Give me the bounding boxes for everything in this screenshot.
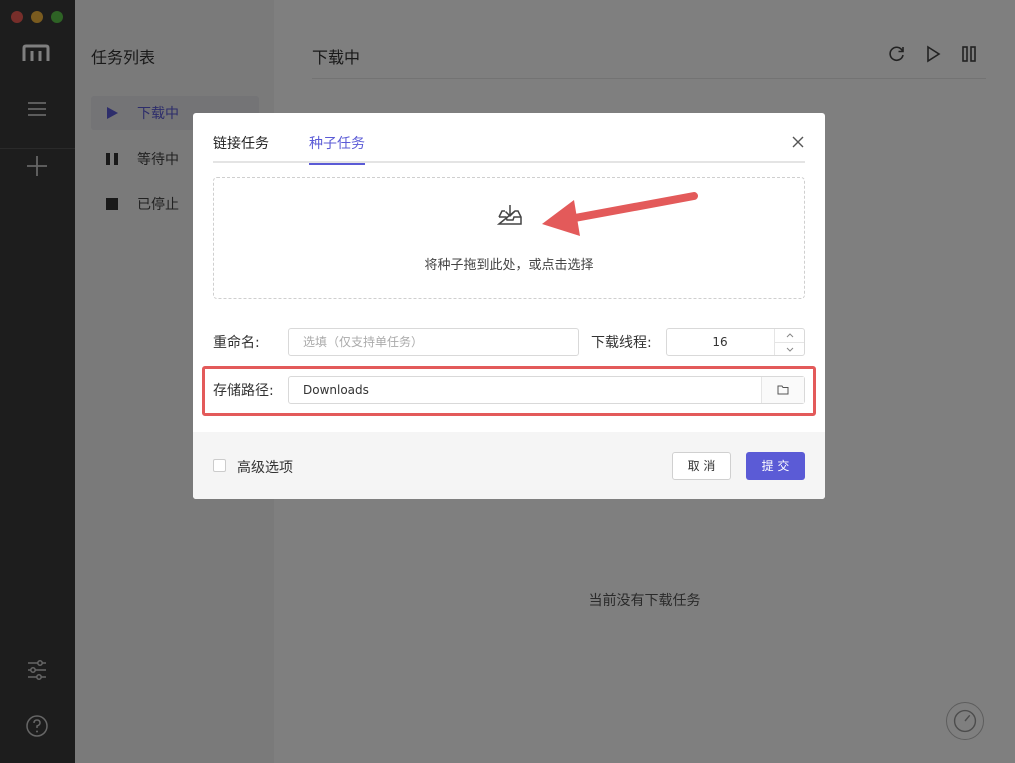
torrent-drop-zone[interactable]: 将种子拖到此处，或点击选择: [213, 177, 805, 299]
annotation-highlight-box: [202, 366, 816, 416]
threads-value[interactable]: 16: [667, 329, 773, 355]
drop-hint: 将种子拖到此处，或点击选择: [424, 258, 594, 273]
chevron-down-icon: [786, 347, 793, 352]
rename-label: 重命名:: [213, 335, 260, 351]
submit-button[interactable]: 提 交: [746, 452, 805, 480]
dialog-footer: 高级选项 取 消 提 交: [193, 432, 825, 499]
advanced-options-label[interactable]: 高级选项: [237, 457, 293, 477]
inbox-download-icon: [497, 205, 522, 225]
cancel-button[interactable]: 取 消: [672, 452, 731, 480]
rename-input[interactable]: 选填（仅支持单任务）: [288, 328, 579, 356]
advanced-options-checkbox[interactable]: [213, 459, 226, 472]
dialog-tabs: 链接任务 种子任务: [213, 133, 805, 165]
tab-torrent-task[interactable]: 种子任务: [309, 133, 365, 165]
annotation-arrow-icon: [542, 192, 698, 236]
close-icon[interactable]: [791, 135, 805, 149]
add-task-dialog: 链接任务 种子任务 将种子拖到此处，或点击选择 重命名: 选填（仅支持单任务） …: [193, 113, 825, 499]
app-window: 任务列表 下载中 等待中 已停止 下载中 当前没有下载任务: [0, 0, 1015, 763]
threads-label: 下载线程:: [591, 335, 652, 351]
decrement-button[interactable]: [775, 342, 804, 355]
threads-stepper[interactable]: 16: [666, 328, 805, 356]
tab-link-task[interactable]: 链接任务: [213, 133, 269, 163]
stepper-controls: [774, 329, 804, 355]
increment-button[interactable]: [775, 329, 804, 342]
chevron-up-icon: [786, 333, 793, 338]
